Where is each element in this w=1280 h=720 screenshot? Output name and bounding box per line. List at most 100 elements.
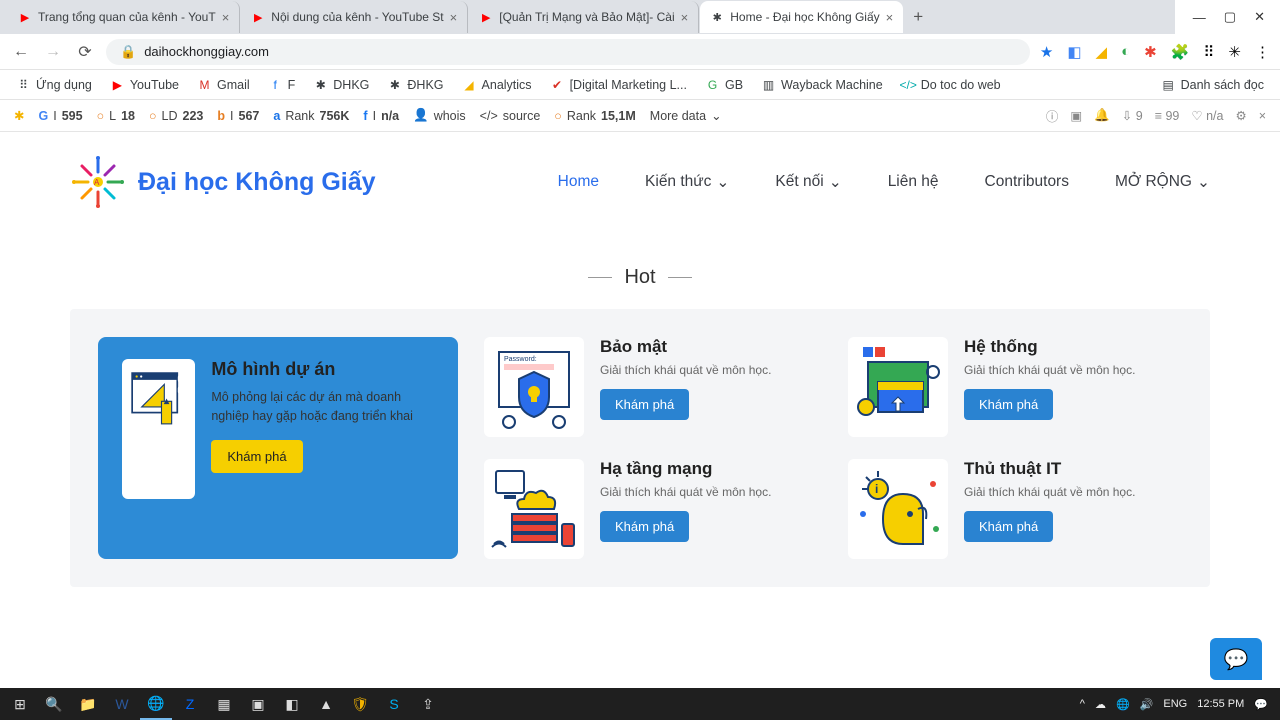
site-logo[interactable]: A Đại học Không Giấy [70, 154, 376, 210]
ext-icon[interactable]: ⠿ [1203, 43, 1214, 61]
tab-2[interactable]: ▶[Quản Trị Mạng và Bảo Mật]- Cài× [469, 1, 699, 33]
search-button[interactable]: 🔍 [38, 688, 70, 720]
bookmark-wayback[interactable]: ▥Wayback Machine [755, 74, 889, 95]
featured-illustration [122, 359, 195, 499]
bookmark-facebook[interactable]: fF [262, 74, 302, 95]
ext-icon[interactable]: ◐ [1121, 43, 1130, 60]
app-icon[interactable]: ▲ [310, 688, 342, 720]
bookmark-analytics[interactable]: ◢Analytics [456, 74, 538, 95]
reading-list-button[interactable]: ▤Danh sách đọc [1155, 74, 1270, 95]
bookmark-dm[interactable]: ✔[Digital Marketing L... [544, 74, 693, 95]
app-icon[interactable]: ⇪ [412, 688, 444, 720]
tb-fb[interactable]: fIn/a [363, 109, 399, 123]
minimize-icon[interactable]: — [1193, 10, 1206, 25]
nav-ket-noi[interactable]: Kết nối⌄ [775, 173, 841, 192]
hot-heading: Hot [0, 266, 1280, 289]
close-window-icon[interactable]: ✕ [1254, 9, 1265, 25]
forward-button[interactable]: → [42, 43, 64, 61]
chrome-icon[interactable]: 🌐 [140, 688, 172, 720]
tab-title: [Quản Trị Mạng và Bảo Mật]- Cài [499, 10, 674, 24]
notifications-icon[interactable]: 💬 [1254, 698, 1268, 711]
tb-label: source [503, 109, 541, 123]
start-button[interactable]: ⊞ [4, 688, 36, 720]
lock-icon: 🔒 [120, 44, 136, 60]
chevron-down-icon: ⌄ [716, 173, 729, 192]
featured-body: Mô hình dự án Mô phỏng lại các dự án mà … [211, 359, 434, 535]
tb-l[interactable]: ○L18 [97, 109, 135, 123]
bookmark-apps[interactable]: ⠿Ứng dụng [10, 74, 98, 95]
cloud-icon[interactable]: ☁ [1095, 698, 1106, 711]
explorer-icon[interactable]: 📁 [72, 688, 104, 720]
tb-google[interactable]: GI595 [38, 109, 82, 123]
word-icon[interactable]: W [106, 688, 138, 720]
explore-button[interactable]: Khám phá [964, 389, 1053, 420]
address-bar[interactable]: 🔒 daihockhonggiay.com [106, 39, 1030, 65]
info-icon[interactable]: ⓘ [1046, 106, 1059, 125]
tb-rank2[interactable]: ○Rank15,1M [554, 109, 636, 123]
clock[interactable]: 12:55 PM [1197, 698, 1244, 710]
tb-label: I [230, 109, 233, 123]
tb-whois[interactable]: 👤whois [413, 108, 466, 123]
app-icon[interactable]: ▦ [208, 688, 240, 720]
gear-icon[interactable]: ⚙ [1235, 108, 1246, 123]
tb-bing[interactable]: bI567 [217, 109, 259, 123]
bookmark-youtube[interactable]: ▶YouTube [104, 74, 185, 95]
extensions-icon[interactable]: 🧩 [1171, 43, 1190, 61]
ext-icon[interactable]: ✳ [1228, 43, 1241, 61]
explore-button[interactable]: Khám phá [964, 511, 1053, 542]
cat-bao-mat: Password: Bảo mật Giải thích khái quát v… [484, 337, 818, 437]
language-indicator[interactable]: ENG [1163, 698, 1187, 710]
bell-icon[interactable]: 🔔 [1094, 108, 1110, 123]
close-icon[interactable]: × [886, 10, 894, 25]
close-icon[interactable]: × [450, 10, 458, 25]
tb-heart[interactable]: ♡ n/a [1191, 108, 1223, 123]
back-button[interactable]: ← [10, 43, 32, 61]
screen-icon[interactable]: ▣ [1070, 108, 1082, 123]
app-icon[interactable]: ▣ [242, 688, 274, 720]
tab-3-active[interactable]: ✱Home - Đại học Không Giấy× [700, 1, 903, 33]
featured-card: Mô hình dự án Mô phỏng lại các dự án mà … [98, 337, 458, 559]
tb-alexa[interactable]: aRank756K [273, 109, 349, 123]
tab-0[interactable]: ▶Trang tổng quan của kênh - YouT× [8, 1, 240, 33]
explore-button[interactable]: Khám phá [600, 389, 689, 420]
bookmark-speed[interactable]: </>Do toc do web [895, 74, 1007, 95]
tb-label: More data [650, 109, 706, 123]
tb-source[interactable]: </>source [480, 109, 541, 123]
nav-kien-thuc[interactable]: Kiến thức⌄ [645, 173, 729, 192]
close-icon[interactable]: × [1259, 109, 1266, 123]
tab-1[interactable]: ▶Nội dung của kênh - YouTube St× [241, 1, 468, 33]
close-icon[interactable]: × [222, 10, 230, 25]
reload-button[interactable]: ⟳ [74, 42, 96, 62]
menu-icon[interactable]: ⋮ [1255, 43, 1270, 61]
volume-icon[interactable]: 🔊 [1140, 698, 1154, 711]
ext-icon[interactable]: ✱ [1144, 43, 1157, 61]
skype-icon[interactable]: S [378, 688, 410, 720]
ext-icon[interactable]: ◢ [1096, 43, 1108, 61]
nav-lien-he[interactable]: Liên hệ [888, 173, 939, 192]
nav-mo-rong[interactable]: MỞ RỘNG⌄ [1115, 173, 1210, 192]
app-icon[interactable]: ◧ [276, 688, 308, 720]
bookmark-dhkg2[interactable]: ✱ĐHKG [381, 74, 449, 95]
maximize-icon[interactable]: ▢ [1224, 9, 1236, 25]
close-icon[interactable]: × [681, 10, 689, 25]
network-icon[interactable]: 🌐 [1116, 698, 1130, 711]
tray-expand-icon[interactable]: ^ [1080, 698, 1085, 710]
tb-dl[interactable]: ⇩ 9 [1122, 108, 1143, 123]
tb-list[interactable]: ≡ 99 [1155, 109, 1180, 123]
bookmark-dhkg[interactable]: ✱DHKG [307, 74, 375, 95]
new-tab-button[interactable]: + [904, 7, 932, 27]
bookmark-star-icon[interactable]: ★ [1040, 43, 1053, 61]
tb-more-data[interactable]: More data⌄ [650, 108, 722, 123]
nav-home[interactable]: Home [558, 173, 599, 192]
tb-ld[interactable]: ○LD223 [149, 109, 203, 123]
ext-icon[interactable]: ◧ [1067, 43, 1081, 61]
chat-widget[interactable]: 💬 [1210, 638, 1262, 680]
bookmark-gmail[interactable]: MGmail [191, 74, 256, 95]
featured-explore-button[interactable]: Khám phá [211, 440, 302, 473]
nav-contributors[interactable]: Contributors [985, 173, 1069, 192]
explore-button[interactable]: Khám phá [600, 511, 689, 542]
svg-text:A: A [94, 178, 100, 187]
app-icon[interactable]: 🛡 [344, 688, 376, 720]
zalo-icon[interactable]: Z [174, 688, 206, 720]
bookmark-gb[interactable]: GGB [699, 74, 749, 95]
